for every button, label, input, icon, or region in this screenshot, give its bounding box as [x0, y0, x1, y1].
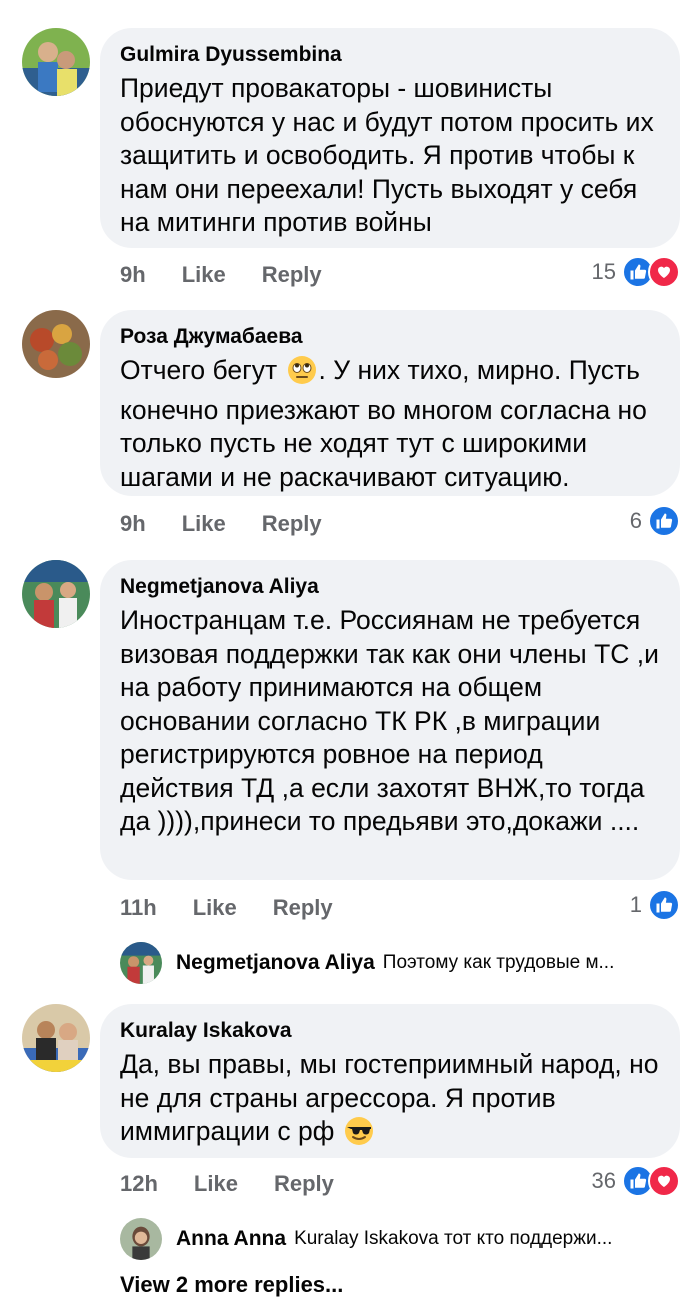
comment-time[interactable]: 11h — [120, 895, 157, 921]
comment-actions: 11h Like Reply — [120, 895, 333, 921]
comment-text: Иностранцам т.е. Россиянам не требуется … — [120, 605, 659, 836]
comment-bubble: Negmetjanova Aliya Иностранцам т.е. Росс… — [100, 560, 680, 880]
avatar[interactable] — [22, 1004, 90, 1072]
reply-text: Поэтому как трудовые м... — [382, 952, 615, 973]
eye-roll-emoji — [287, 355, 317, 394]
comment-text: Отчего бегут . У них тихо, мирно. Пусть … — [120, 354, 660, 494]
avatar[interactable] — [22, 310, 90, 378]
reply-text: Kuralay Iskakova тот кто поддержи... — [294, 1228, 613, 1249]
like-reaction-icon — [648, 505, 680, 537]
view-more-replies-link[interactable]: View 2 more replies... — [120, 1272, 343, 1298]
comment-bubble: Kuralay Iskakova Да, вы правы, мы гостеп… — [100, 1004, 680, 1158]
reply-preview[interactable]: Negmetjanova Aliya Поэтому как трудовые … — [120, 942, 614, 984]
avatar[interactable] — [22, 560, 90, 628]
comment-time[interactable]: 9h — [120, 511, 146, 537]
comment-text-part: Да, вы правы, мы гостеприимный народ, но… — [120, 1049, 659, 1146]
like-button[interactable]: Like — [193, 895, 237, 921]
like-button[interactable]: Like — [194, 1171, 238, 1197]
reply-button[interactable]: Reply — [273, 895, 333, 921]
comment-time[interactable]: 12h — [120, 1171, 158, 1197]
reply-button[interactable]: Reply — [262, 511, 322, 537]
like-button[interactable]: Like — [182, 262, 226, 288]
reply-author: Negmetjanova Aliya — [176, 951, 375, 974]
reaction-count: 36 — [591, 1168, 616, 1193]
reply-button[interactable]: Reply — [274, 1171, 334, 1197]
reaction-summary[interactable]: 36 — [592, 1165, 680, 1197]
comment-text-part: Отчего бегут — [120, 355, 278, 385]
comment-bubble: Gulmira Dyussembina Приедут провакаторы … — [100, 28, 680, 248]
reaction-summary[interactable]: 15 — [592, 256, 680, 288]
comment-actions: 9h Like Reply — [120, 262, 322, 288]
avatar — [120, 942, 162, 984]
love-reaction-icon — [648, 256, 680, 288]
love-reaction-icon — [648, 1165, 680, 1197]
reply-author: Anna Anna — [176, 1227, 287, 1250]
comment-actions: 9h Like Reply — [120, 511, 322, 537]
like-reaction-icon — [648, 889, 680, 921]
reaction-count: 6 — [629, 508, 642, 533]
avatar — [120, 1218, 162, 1260]
avatar[interactable] — [22, 28, 90, 96]
sunglasses-emoji — [344, 1116, 374, 1155]
reaction-summary[interactable]: 6 — [630, 505, 680, 537]
reply-preview[interactable]: Anna Anna Kuralay Iskakova тот кто подде… — [120, 1218, 612, 1260]
reply-button[interactable]: Reply — [262, 262, 322, 288]
reaction-count: 15 — [591, 259, 616, 284]
reaction-count: 1 — [629, 892, 642, 917]
comment-author[interactable]: Negmetjanova Aliya — [120, 574, 660, 600]
comment-actions: 12h Like Reply — [120, 1171, 334, 1197]
comment-bubble: Роза Джумабаева Отчего бегут . У них тих… — [100, 310, 680, 496]
comment-author[interactable]: Gulmira Dyussembina — [120, 42, 660, 68]
comment-author[interactable]: Роза Джумабаева — [120, 324, 660, 350]
comment-text: Приедут провакаторы - шовинисты обоснуют… — [120, 73, 654, 237]
reaction-summary[interactable]: 1 — [630, 889, 680, 921]
like-button[interactable]: Like — [182, 511, 226, 537]
comment-author[interactable]: Kuralay Iskakova — [120, 1018, 660, 1044]
comment-text: Да, вы правы, мы гостеприимный народ, но… — [120, 1048, 660, 1155]
comment-time[interactable]: 9h — [120, 262, 146, 288]
